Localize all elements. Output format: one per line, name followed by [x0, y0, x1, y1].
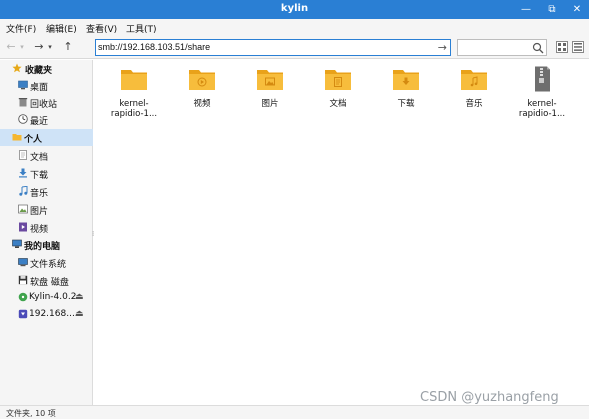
sidebar-item-documents[interactable]: 文档 — [0, 147, 93, 164]
search-box[interactable] — [457, 39, 547, 56]
sidebar-item-trash[interactable]: 回收站 — [0, 94, 93, 111]
sidebar-item-music[interactable]: 音乐 — [0, 183, 93, 200]
sidebar-item-label: 文档 — [30, 153, 49, 163]
close-button[interactable]: ✕ — [566, 0, 588, 19]
sidebar-item-filesystem[interactable]: 文件系统 — [0, 254, 93, 271]
file-name: kernel-rapidio-1... — [110, 99, 158, 119]
menu-tools[interactable]: 工具(T) — [126, 22, 157, 35]
file-item[interactable]: kernel-rapidio-1... — [104, 66, 164, 126]
video-icon — [19, 222, 27, 232]
sidebar-item-label: 回收站 — [30, 100, 58, 110]
file-item[interactable]: 视频 — [172, 66, 232, 126]
sidebar-item-desktop[interactable]: 桌面 — [0, 77, 93, 94]
minimize-button[interactable]: — — [515, 0, 537, 19]
file-view[interactable]: kernel-rapidio-1... 视频 图片 文档 下载 音乐 kerne… — [94, 60, 589, 405]
menu-edit[interactable]: 编辑(E) — [46, 22, 77, 35]
sidebar-item-downloads[interactable]: 下载 — [0, 165, 93, 182]
list-view-icon — [574, 43, 582, 51]
sidebar-item-recent[interactable]: 最近 — [0, 111, 93, 128]
sidebar-item-label: 软盘 磁盘 — [30, 278, 69, 288]
sidebar-item-label: 文件系统 — [30, 260, 67, 270]
maximize-button[interactable]: ⧉ — [541, 0, 563, 19]
sidebar-item-label: Kylin-4.0.2 — [29, 292, 77, 302]
sidebar-item-label: 个人 — [24, 135, 43, 145]
clock-icon — [18, 114, 28, 124]
picture-icon — [18, 204, 28, 214]
title-bar: kylin — ⧉ ✕ — [0, 0, 589, 19]
icon-view-button[interactable] — [556, 41, 568, 53]
go-icon[interactable]: → — [438, 41, 447, 54]
file-item[interactable]: 下载 — [376, 66, 436, 126]
document-icon — [19, 150, 27, 160]
music-icon — [19, 186, 28, 196]
sidebar-header-favorites[interactable]: 收藏夹 — [0, 60, 93, 77]
sidebar-item-pictures[interactable]: 图片 — [0, 201, 93, 218]
watermark-text: CSDN @yuzhangfeng — [420, 390, 559, 405]
file-name: 视频 — [193, 99, 211, 109]
sidebar-item-label: 我的电脑 — [24, 242, 61, 252]
file-name: 下载 — [397, 99, 415, 109]
sidebar-item-label: 192.168.... — [29, 309, 78, 319]
file-item[interactable]: 音乐 — [444, 66, 504, 126]
address-bar[interactable]: → — [95, 39, 451, 56]
star-icon — [12, 63, 22, 73]
video-folder-icon — [189, 70, 215, 90]
document-folder-icon — [325, 70, 351, 90]
toolbar: ← ▾ → ▾ ↑ → — [0, 36, 589, 59]
floppy-icon — [18, 275, 28, 285]
sidebar-item-label: 下载 — [30, 171, 49, 181]
file-name: 音乐 — [465, 99, 483, 109]
window-title: kylin — [280, 3, 309, 14]
file-item[interactable]: 文档 — [308, 66, 368, 126]
back-history-icon[interactable]: ▾ — [18, 40, 26, 54]
sidebar-item-label: 最近 — [30, 117, 49, 127]
folder-icon — [121, 70, 147, 90]
menu-bar: 文件(F) 编辑(E) 查看(V) 工具(T) — [0, 19, 589, 36]
forward-button[interactable]: → — [32, 40, 46, 54]
up-button[interactable]: ↑ — [61, 40, 75, 54]
sidebar-item-label: 图片 — [30, 207, 49, 217]
sidebar-item-network-share[interactable]: 192.168.... ⏏ — [0, 306, 93, 323]
sidebar-item-kylin-disc[interactable]: Kylin-4.0.2 ⏏ — [0, 289, 93, 306]
archive-file-icon — [535, 66, 550, 92]
sidebar-header-personal[interactable]: 个人 — [0, 129, 93, 146]
file-name: 文档 — [329, 99, 347, 109]
sidebar-item-label: 桌面 — [30, 83, 49, 93]
search-icon[interactable] — [532, 42, 544, 54]
file-name: 图片 — [261, 99, 279, 109]
picture-folder-icon — [257, 70, 283, 90]
computer-icon — [12, 239, 22, 248]
sidebar-item-label: 收藏夹 — [25, 66, 53, 76]
sidebar-item-label: 视频 — [30, 225, 49, 235]
music-folder-icon — [461, 70, 487, 90]
disc-icon — [18, 292, 28, 302]
grid-view-icon — [558, 43, 566, 51]
back-button[interactable]: ← — [4, 40, 18, 54]
sidebar-item-videos[interactable]: 视频 — [0, 219, 93, 236]
desktop-icon — [18, 80, 28, 90]
file-item[interactable]: kernel-rapidio-1... — [512, 66, 572, 126]
network-drive-icon — [18, 309, 28, 319]
menu-view[interactable]: 查看(V) — [86, 22, 117, 35]
eject-icon[interactable]: ⏏ — [75, 292, 84, 302]
status-text: 文件夹, 10 项 — [6, 409, 56, 418]
folder-icon — [12, 134, 22, 141]
filesystem-icon — [18, 258, 28, 267]
download-icon — [19, 168, 27, 178]
address-input[interactable] — [98, 42, 428, 52]
sidebar-item-floppy[interactable]: 软盘 磁盘 — [0, 272, 93, 289]
download-folder-icon — [393, 70, 419, 90]
status-bar: 文件夹, 10 项 — [0, 405, 589, 419]
file-name: kernel-rapidio-1... — [518, 99, 566, 119]
file-item[interactable]: 图片 — [240, 66, 300, 126]
sidebar-header-my-computer[interactable]: 我的电脑 — [0, 236, 93, 253]
eject-icon[interactable]: ⏏ — [75, 309, 84, 319]
sidebar: 收藏夹 桌面 回收站 最近 个人 文档 下载 音乐 图片 视频 我的电脑 文件系… — [0, 60, 93, 405]
list-view-button[interactable] — [572, 41, 584, 53]
trash-icon — [18, 98, 28, 107]
menu-file[interactable]: 文件(F) — [6, 22, 36, 35]
forward-history-icon[interactable]: ▾ — [46, 40, 54, 54]
sidebar-item-label: 音乐 — [30, 189, 49, 199]
